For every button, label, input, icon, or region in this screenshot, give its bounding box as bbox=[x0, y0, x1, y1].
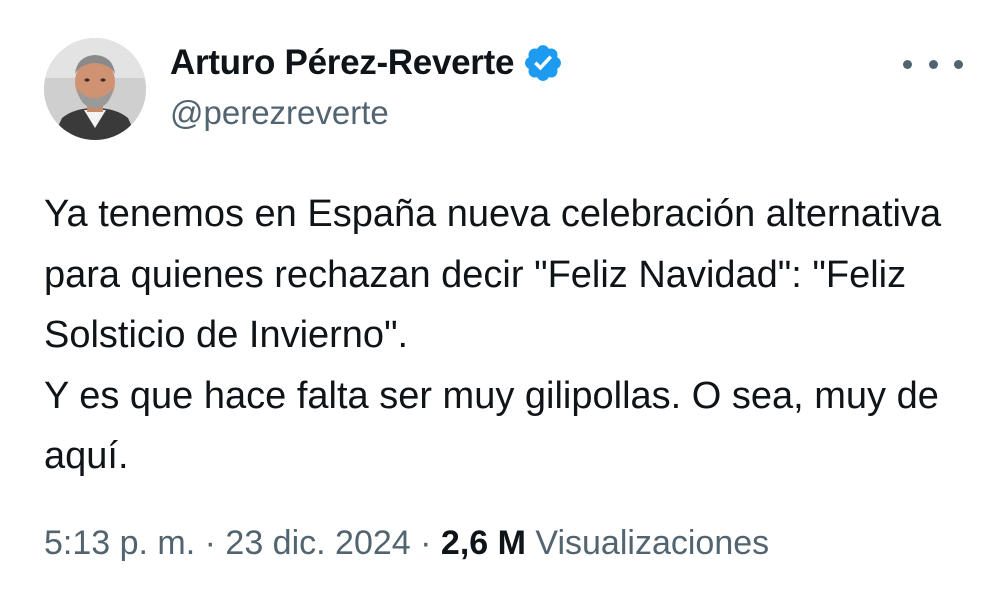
tweet-paragraph: Ya tenemos en España nueva celebración a… bbox=[44, 193, 942, 356]
tweet-paragraph: Y es que hace falta ser muy gilipollas. … bbox=[44, 374, 939, 478]
tweet-date[interactable]: 23 dic. 2024 bbox=[225, 524, 410, 562]
more-horizontal-icon bbox=[928, 59, 938, 69]
author-name[interactable]: Arturo Pérez-Reverte bbox=[170, 43, 514, 83]
author-name-row[interactable]: Arturo Pérez-Reverte bbox=[170, 42, 564, 84]
more-options-button[interactable] bbox=[903, 46, 963, 82]
tweet-text: Ya tenemos en España nueva celebración a… bbox=[44, 184, 974, 487]
tweet-meta: 5:13 p. m. · 23 dic. 2024 · 2,6 M Visual… bbox=[44, 524, 769, 563]
views-label: Visualizaciones bbox=[525, 524, 770, 562]
verified-badge-icon[interactable] bbox=[522, 42, 564, 84]
more-horizontal-icon bbox=[954, 59, 963, 69]
views-count[interactable]: 2,6 M bbox=[441, 524, 526, 562]
meta-separator: · bbox=[195, 524, 226, 562]
more-horizontal-icon bbox=[903, 59, 912, 69]
avatar[interactable] bbox=[44, 38, 146, 140]
tweet-card: Arturo Pérez-Reverte @perezreverte Ya te… bbox=[0, 0, 1000, 594]
author-handle[interactable]: @perezreverte bbox=[170, 94, 389, 132]
meta-separator: · bbox=[410, 524, 441, 562]
tweet-time[interactable]: 5:13 p. m. bbox=[44, 524, 195, 562]
